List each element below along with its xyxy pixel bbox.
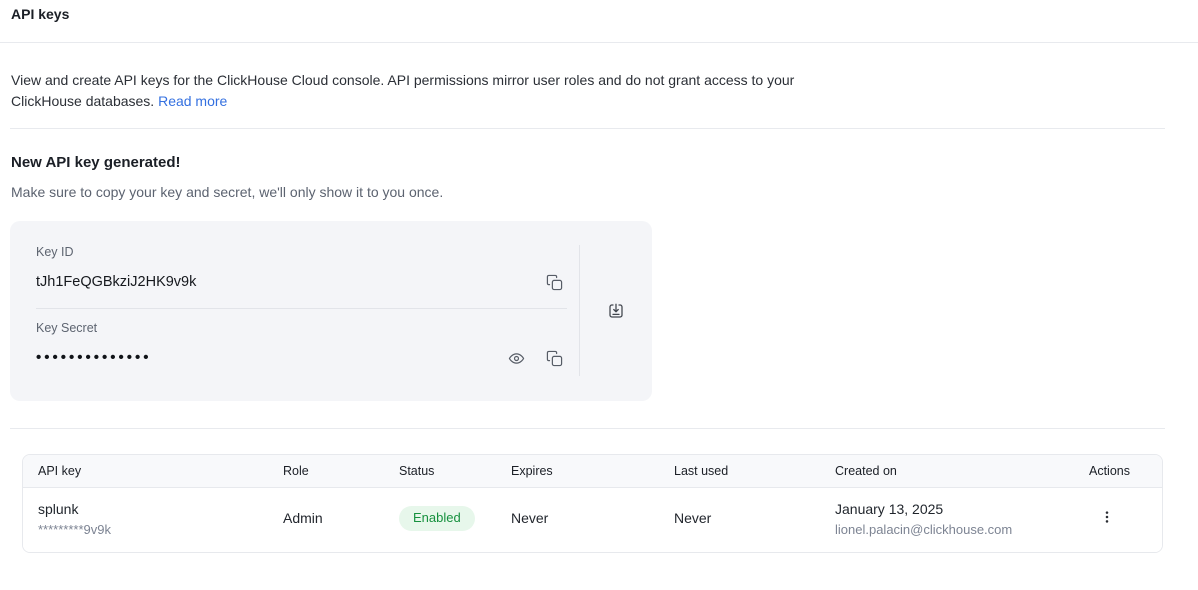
column-header-api-key: API key <box>23 455 283 487</box>
row-actions-menu-button[interactable] <box>1095 507 1119 531</box>
eye-icon <box>508 350 525 367</box>
role-value: Admin <box>283 510 323 526</box>
key-id-row: tJh1FeQGBkziJ2HK9v9k <box>36 269 567 295</box>
new-key-banner-subtitle: Make sure to copy your key and secret, w… <box>11 184 1198 200</box>
api-keys-table: API key Role Status Expires Last used Cr… <box>22 454 1163 553</box>
key-secret-row: •••••••••••••• <box>36 345 567 371</box>
api-key-masked: *********9v9k <box>38 522 283 537</box>
status-badge: Enabled <box>399 506 475 531</box>
created-date: January 13, 2025 <box>835 501 1089 518</box>
column-header-actions: Actions <box>1089 455 1162 487</box>
new-key-banner-title: New API key generated! <box>11 154 1198 171</box>
key-id-value: tJh1FeQGBkziJ2HK9v9k <box>36 272 541 292</box>
table-header-row: API key Role Status Expires Last used Cr… <box>23 455 1162 487</box>
created-on-cell: January 13, 2025 lionel.palacin@clickhou… <box>835 487 1089 552</box>
divider <box>10 128 1165 129</box>
created-by-email: lionel.palacin@clickhouse.com <box>835 522 1089 537</box>
column-header-created-on: Created on <box>835 455 1089 487</box>
copy-key-id-button[interactable] <box>541 269 567 295</box>
last-used-cell: Never <box>674 487 835 552</box>
copy-secret-button[interactable] <box>541 345 567 371</box>
copy-icon <box>546 274 563 291</box>
expires-cell: Never <box>511 487 674 552</box>
status-cell: Enabled <box>399 487 511 552</box>
new-key-card-actions <box>580 221 652 401</box>
divider <box>10 428 1165 429</box>
last-used-value: Never <box>674 510 711 526</box>
table-row: splunk *********9v9k Admin Enabled Never… <box>23 487 1162 552</box>
download-key-button[interactable] <box>603 298 629 324</box>
download-icon <box>607 302 625 320</box>
page-description-text: View and create API keys for the ClickHo… <box>11 72 794 109</box>
key-id-label: Key ID <box>36 245 567 259</box>
column-header-expires: Expires <box>511 455 674 487</box>
kebab-menu-icon <box>1099 509 1115 528</box>
page-title: API keys <box>11 7 1198 22</box>
key-secret-label: Key Secret <box>36 321 567 335</box>
api-key-cell: splunk *********9v9k <box>23 487 283 552</box>
column-header-last-used: Last used <box>674 455 835 487</box>
actions-cell <box>1089 487 1162 552</box>
reveal-secret-button[interactable] <box>503 345 529 371</box>
divider <box>0 42 1198 43</box>
copy-icon <box>546 350 563 367</box>
new-key-card-fields: Key ID tJh1FeQGBkziJ2HK9v9k Key Secret •… <box>10 221 579 401</box>
column-header-status: Status <box>399 455 511 487</box>
card-divider <box>36 308 567 309</box>
role-cell: Admin <box>283 487 399 552</box>
page-description: View and create API keys for the ClickHo… <box>11 70 825 112</box>
column-header-role: Role <box>283 455 399 487</box>
api-key-name: splunk <box>38 501 283 518</box>
new-key-card: Key ID tJh1FeQGBkziJ2HK9v9k Key Secret •… <box>10 221 652 401</box>
key-secret-masked-value: •••••••••••••• <box>36 348 503 368</box>
expires-value: Never <box>511 510 548 526</box>
read-more-link[interactable]: Read more <box>158 93 227 109</box>
